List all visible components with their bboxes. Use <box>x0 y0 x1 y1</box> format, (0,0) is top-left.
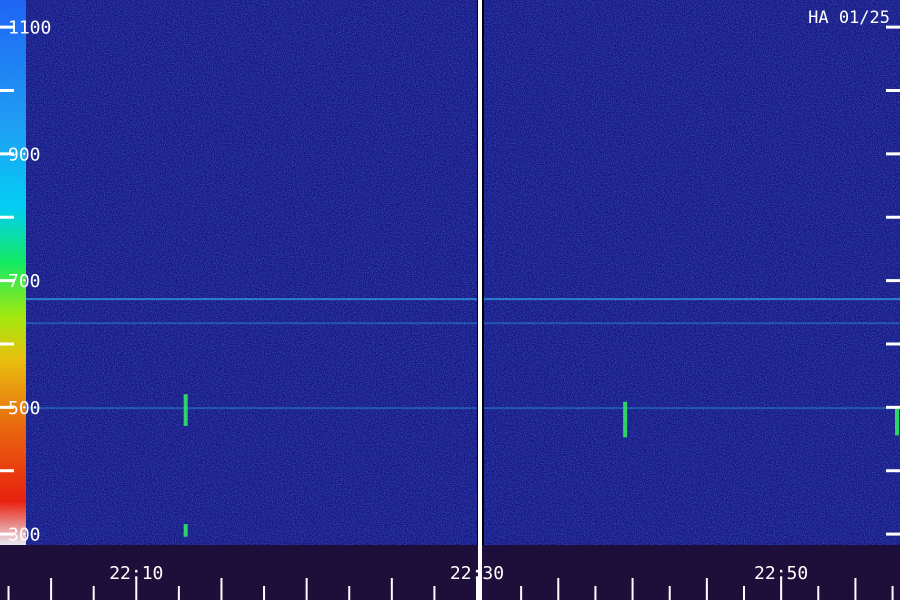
x-tick-major <box>305 578 308 600</box>
y-tick-minor-right <box>886 88 900 92</box>
x-tick-minor <box>263 586 266 600</box>
x-tick-major <box>854 578 857 600</box>
y-tick-major-right <box>886 532 900 536</box>
y-tick-minor <box>0 215 14 219</box>
vertical-burst <box>183 524 188 537</box>
x-tick-minor <box>433 586 436 600</box>
horizontal-band <box>484 298 900 301</box>
x-tick-minor <box>7 586 10 600</box>
x-tick-major <box>220 578 223 600</box>
horizontal-band <box>484 407 900 410</box>
y-tick-major-right <box>886 152 900 156</box>
y-tick-label: 300 <box>8 525 41 546</box>
x-tick-minor <box>348 586 351 600</box>
x-tick-major <box>705 578 708 600</box>
horizontal-band <box>26 298 477 301</box>
x-tick-label: 22:10 <box>109 563 163 584</box>
segment-separator <box>478 0 482 600</box>
x-tick-minor <box>594 586 597 600</box>
x-tick-minor <box>817 586 820 600</box>
y-tick-minor <box>0 469 14 473</box>
x-tick-minor <box>743 586 745 600</box>
y-tick-label: 900 <box>8 144 41 165</box>
x-tick-minor <box>177 586 180 600</box>
x-tick-label: 22:50 <box>754 563 808 584</box>
y-tick-minor-right <box>886 215 900 219</box>
x-tick-minor <box>891 586 894 600</box>
x-tick-major <box>557 578 560 600</box>
y-tick-minor-right <box>886 342 900 346</box>
x-tick-minor <box>668 586 671 600</box>
horizontal-band <box>26 322 477 325</box>
y-tick-minor-right <box>886 469 900 473</box>
chart-title: HA 01/25 <box>808 8 890 28</box>
x-tick-label: 22:30 <box>450 563 504 584</box>
x-tick-minor <box>92 586 95 600</box>
x-tick-minor <box>520 586 523 600</box>
panel-right-noise <box>484 0 900 545</box>
y-tick-minor <box>0 88 14 92</box>
spectrogram-chart: 1100 900 700 500 300 22:10 22:30 22:50 HA 01/2… <box>0 0 900 600</box>
x-tick-major <box>390 578 393 600</box>
vertical-burst <box>623 401 628 438</box>
y-tick-major-right <box>886 279 900 283</box>
x-tick-major <box>631 578 634 600</box>
vertical-burst <box>895 406 899 436</box>
y-tick-label: 500 <box>8 398 41 419</box>
y-tick-major-right <box>886 405 900 409</box>
horizontal-band <box>26 407 477 410</box>
horizontal-band <box>484 322 900 325</box>
panel-left-noise <box>0 0 477 545</box>
vertical-burst <box>183 394 188 426</box>
x-tick-major <box>50 578 53 600</box>
y-tick-label: 700 <box>8 271 41 292</box>
y-tick-label: 1100 <box>8 18 51 39</box>
y-tick-minor <box>0 342 14 346</box>
